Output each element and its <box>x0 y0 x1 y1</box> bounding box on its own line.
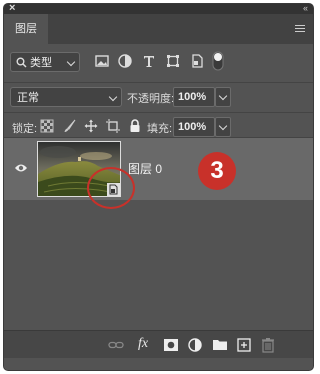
add-mask-icon[interactable] <box>163 337 179 353</box>
filter-kind-value: 类型 <box>30 57 52 69</box>
fill-input[interactable]: 100% <box>173 117 215 137</box>
delete-layer-icon[interactable] <box>260 337 276 353</box>
lock-artboard-icon[interactable] <box>106 119 120 133</box>
shape-filter-icon[interactable] <box>165 53 181 69</box>
lock-label: 锁定: <box>12 123 38 135</box>
divider <box>4 112 313 113</box>
tab-layers[interactable]: 图层 <box>4 14 48 44</box>
lock-position-icon[interactable] <box>84 119 98 133</box>
blend-row: 正常 不透明度: 100% <box>4 87 313 109</box>
blend-mode-value: 正常 <box>17 92 39 104</box>
layers-footer-toolbar: fx <box>4 330 313 359</box>
resize-grip[interactable] <box>4 358 313 370</box>
eye-icon[interactable] <box>14 163 28 173</box>
opacity-dropdown[interactable] <box>215 87 231 107</box>
fill-label: 填充: <box>147 123 173 135</box>
layers-panel: × ‹‹ 图层 类型 正常 不透明度: 100% 锁定: 填充: 100% 图层… <box>4 4 313 370</box>
chevron-down-icon <box>218 91 228 101</box>
layer-filter-row: 类型 <box>4 50 313 76</box>
image-filter-icon[interactable] <box>94 53 110 69</box>
blend-mode-select[interactable]: 正常 <box>10 87 122 107</box>
lock-row: 锁定: 填充: 100% <box>4 116 313 138</box>
layer-row[interactable]: 图层 0 3 <box>4 138 313 209</box>
fill-dropdown[interactable] <box>215 117 231 137</box>
lock-transparent-pixels-icon[interactable] <box>40 119 54 133</box>
search-icon <box>16 57 27 68</box>
tab-bar: 图层 <box>4 14 313 44</box>
new-group-icon[interactable] <box>212 337 228 353</box>
chevron-down-icon <box>218 121 228 131</box>
opacity-label: 不透明度: <box>127 93 175 105</box>
chevron-down-icon <box>108 92 118 102</box>
lock-all-icon[interactable] <box>128 119 142 133</box>
annotation-number-badge: 3 <box>198 152 236 190</box>
type-filter-icon[interactable] <box>141 53 157 69</box>
annotation-circle <box>87 167 135 209</box>
panel-title-bar: × ‹‹ <box>4 4 313 14</box>
layer-name[interactable]: 图层 0 <box>128 160 162 177</box>
collapse-panel-icon[interactable]: ‹‹ <box>303 4 308 14</box>
filter-toggle-icon[interactable] <box>212 51 224 71</box>
divider <box>4 82 313 83</box>
new-layer-icon[interactable] <box>236 337 252 353</box>
filter-kind-select[interactable]: 类型 <box>10 52 80 72</box>
lock-image-pixels-icon[interactable] <box>63 119 77 133</box>
link-layers-icon[interactable] <box>108 337 124 353</box>
opacity-input[interactable]: 100% <box>173 87 215 107</box>
fx-icon[interactable]: fx <box>138 336 148 352</box>
chevron-down-icon <box>66 57 76 67</box>
smart-object-filter-icon[interactable] <box>189 53 205 69</box>
adjustment-filter-icon[interactable] <box>117 53 133 69</box>
adjustment-layer-icon[interactable] <box>187 337 203 353</box>
panel-menu-icon[interactable] <box>295 25 305 34</box>
